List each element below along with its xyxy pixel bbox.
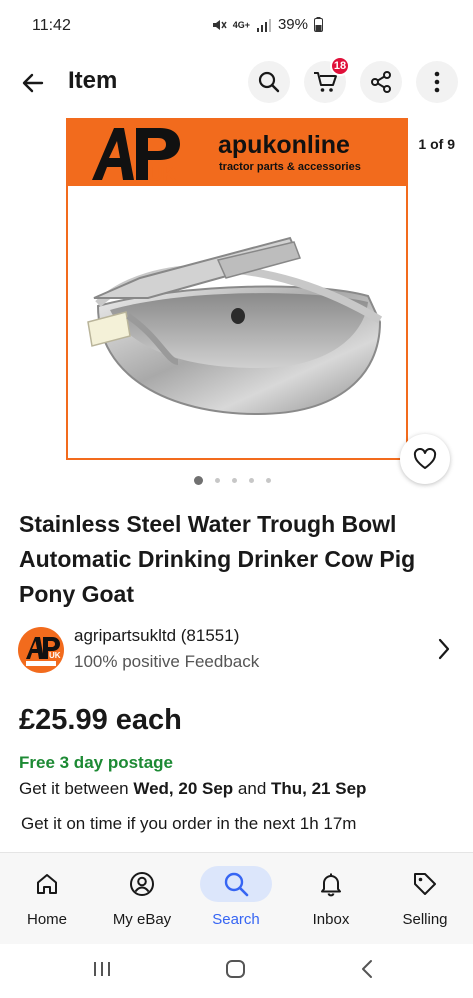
- battery-icon: [314, 17, 323, 32]
- battery-percent: 39%: [277, 16, 308, 33]
- seller-feedback: 100% positive Feedback: [74, 652, 260, 671]
- nav-label: My eBay: [112, 911, 172, 928]
- gallery-pagination: [194, 476, 271, 485]
- nav-search[interactable]: Search: [189, 853, 283, 945]
- more-vert-icon: [434, 71, 440, 93]
- share-button[interactable]: [360, 61, 402, 103]
- heart-icon: [413, 448, 437, 469]
- nav-selling[interactable]: Selling: [378, 853, 472, 945]
- share-icon: [371, 71, 391, 93]
- home-system-icon[interactable]: [225, 959, 247, 979]
- svg-text:UK: UK: [49, 651, 61, 660]
- nav-inbox[interactable]: Inbox: [284, 853, 378, 945]
- brand-tagline: tractor parts & accessories: [219, 161, 361, 173]
- search-button[interactable]: [248, 61, 290, 103]
- product-image[interactable]: UK apukonline tractor parts & accessorie…: [66, 118, 408, 460]
- item-price: £25.99 each: [19, 704, 182, 736]
- back-arrow-icon: [22, 73, 44, 93]
- seller-card[interactable]: UK agripartsukltd (81551) 100% positive …: [18, 622, 458, 678]
- watchlist-button[interactable]: [400, 434, 450, 484]
- mute-icon: [212, 19, 227, 30]
- brand-banner: UK apukonline tractor parts & accessorie…: [68, 120, 406, 186]
- nav-icon-container: [106, 866, 178, 902]
- seller-logo-icon: UK: [26, 637, 61, 666]
- status-time: 11:42: [32, 17, 71, 34]
- delivery-date-end: Thu, 21 Sep: [271, 779, 367, 798]
- svg-text:UK: UK: [148, 164, 177, 184]
- chevron-right-icon: [438, 638, 450, 660]
- more-button[interactable]: [416, 61, 458, 103]
- status-bar: 11:42 4G+ 39%: [0, 0, 473, 52]
- recents-icon[interactable]: [92, 959, 112, 979]
- brand-logo-icon: UK: [92, 128, 180, 184]
- cart-button[interactable]: 18: [304, 56, 350, 103]
- back-button[interactable]: [16, 66, 50, 100]
- nav-icon-container: [389, 866, 461, 902]
- back-system-icon[interactable]: [360, 959, 374, 979]
- search-icon: [224, 872, 249, 897]
- app-header: Item 18: [0, 56, 473, 106]
- product-title: Stainless Steel Water Trough Bowl Automa…: [19, 511, 416, 607]
- tag-icon: [414, 873, 436, 895]
- bell-icon: [321, 873, 341, 897]
- nav-my-ebay[interactable]: My eBay: [95, 853, 189, 945]
- nav-label: Inbox: [312, 911, 350, 928]
- pagination-dot[interactable]: [249, 478, 254, 483]
- nav-icon-container: [11, 866, 83, 902]
- seller-name: agripartsukltd (81551): [74, 626, 240, 645]
- page-title: Item: [68, 67, 118, 94]
- nav-home[interactable]: Home: [0, 853, 94, 945]
- image-gallery[interactable]: UK apukonline tractor parts & accessorie…: [0, 118, 473, 490]
- signal-icon: [256, 18, 271, 32]
- nav-icon-container: [295, 866, 367, 902]
- water-bowl-illustration: [87, 236, 383, 416]
- order-cutoff: Get it on time if you order in the next …: [21, 814, 357, 833]
- cart-icon: [314, 72, 337, 92]
- seller-avatar: UK: [18, 627, 64, 673]
- image-counter: 1 of 9: [418, 136, 455, 152]
- status-indicators: 4G+ 39%: [211, 16, 323, 33]
- delivery-mid: and: [233, 779, 271, 798]
- pagination-dot[interactable]: [215, 478, 220, 483]
- bottom-nav: Home My eBay Search Inbox Selling: [0, 852, 473, 944]
- pagination-dot[interactable]: [194, 476, 203, 485]
- system-nav-bar: [0, 944, 473, 998]
- profile-icon: [130, 872, 154, 896]
- nav-label: Search: [212, 911, 260, 928]
- delivery-estimate: Get it between Wed, 20 Sep and Thu, 21 S…: [19, 779, 366, 799]
- network-type: 4G+: [232, 19, 250, 30]
- search-icon: [258, 71, 280, 93]
- delivery-date-start: Wed, 20 Sep: [133, 779, 234, 798]
- pagination-dot[interactable]: [232, 478, 237, 483]
- nav-icon-container: [200, 866, 272, 902]
- home-icon: [37, 874, 57, 894]
- cart-badge: 18: [330, 56, 350, 76]
- nav-label: Home: [26, 911, 67, 928]
- shipping-headline: Free 3 day postage: [19, 753, 174, 772]
- pagination-dot[interactable]: [266, 478, 271, 483]
- delivery-prefix: Get it between: [19, 779, 134, 798]
- nav-label: Selling: [402, 911, 448, 928]
- brand-name: apukonline: [218, 131, 350, 159]
